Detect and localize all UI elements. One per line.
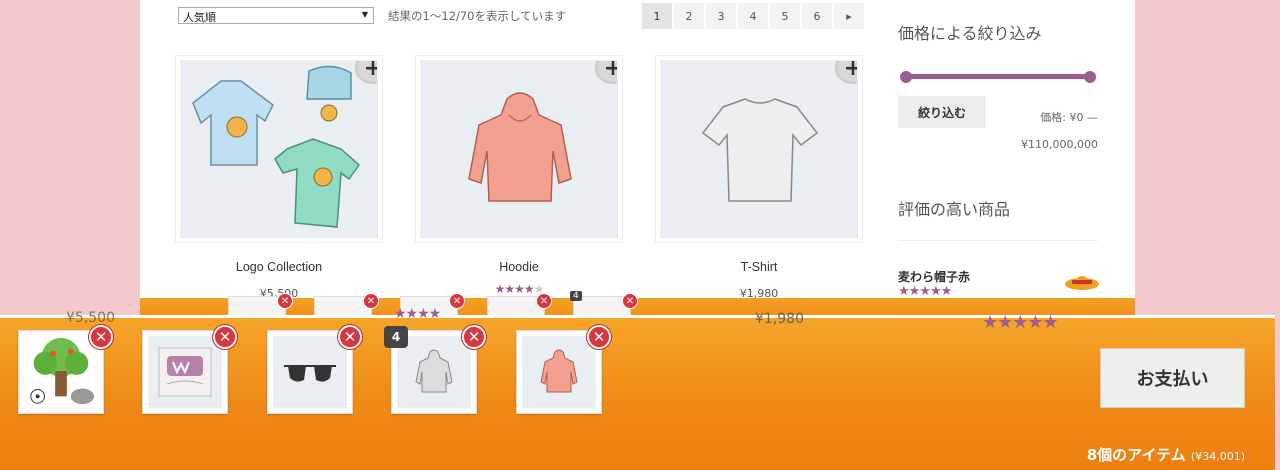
logo-collection-illustration (192, 65, 361, 228)
cart-item-thumbnail (397, 336, 471, 408)
overlap-price-text: ¥5,500 (66, 310, 115, 326)
page-6-button[interactable]: 6 (802, 3, 832, 29)
next-page-button[interactable]: ▸ (834, 3, 864, 29)
checkout-button[interactable]: お支払い (1100, 348, 1245, 408)
woo-poster-image (158, 347, 212, 397)
gray-hoodie-image (415, 349, 453, 393)
filter-button[interactable]: 絞り込む (898, 96, 986, 128)
cart-item[interactable]: ✕ (516, 325, 611, 414)
cart-item[interactable]: ✕ (18, 325, 113, 414)
shop-panel: 人気順 ▼ 結果の1〜12/70を表示しています 1 2 3 4 5 6 ▸ +… (140, 0, 1135, 320)
overlap-rating-stars: ★★★★★ (982, 312, 1059, 333)
top-rated-stars: ★★★★★ (898, 284, 952, 299)
remove-item-button[interactable]: ✕ (213, 325, 237, 349)
pagination: 1 2 3 4 5 6 ▸ (642, 3, 866, 29)
ghost-qty-badge: 4 (570, 291, 582, 301)
tree-animals-image (30, 337, 95, 405)
cart-item[interactable]: ✕ (267, 325, 362, 414)
pink-hoodie-image (540, 349, 578, 393)
product-name[interactable]: Hoodie (420, 260, 618, 274)
quantity-badge: 4 (384, 326, 408, 348)
cart-item-thumbnail (273, 336, 347, 408)
product-image[interactable]: + (420, 60, 618, 238)
cart-item-count: 8個のアイテム (1086, 446, 1186, 464)
ghost-remove-icon: ✕ (277, 293, 293, 309)
overlap-rating-stars: ★★★★ (394, 306, 441, 322)
ghost-remove-icon: ✕ (449, 293, 465, 309)
sunglasses-image (284, 365, 336, 382)
product-card-hoodie: + Hoodie ★★★★★ (420, 60, 618, 296)
top-rated-item-name[interactable]: 麦わら帽子赤 (898, 268, 970, 285)
chevron-down-icon: ▼ (361, 10, 368, 19)
cart-item-thumbnail (522, 336, 596, 408)
price-slider-min-handle[interactable] (900, 71, 912, 83)
page-1-button[interactable]: 1 (642, 3, 672, 29)
price-range-min: 価格: ¥0 — (1040, 111, 1098, 124)
page-5-button[interactable]: 5 (770, 3, 800, 29)
product-image[interactable]: + (180, 60, 378, 238)
product-name[interactable]: Logo Collection (180, 260, 378, 274)
product-name[interactable]: T-Shirt (660, 260, 858, 274)
remove-item-button[interactable]: ✕ (587, 325, 611, 349)
sort-select[interactable]: 人気順 ▼ (178, 7, 374, 24)
overlap-price-text: ¥1,980 (755, 311, 804, 327)
cart-item-thumbnail (148, 336, 222, 408)
ghost-remove-icon: ✕ (363, 293, 379, 309)
cart-total: (¥34,001) (1190, 450, 1245, 463)
top-rated-title: 評価の高い商品 (898, 196, 1098, 241)
straw-hat-thumbnail[interactable] (1064, 268, 1100, 292)
product-card-tshirt: + T-Shirt ¥1,980 (660, 60, 858, 300)
product-image[interactable]: + (660, 60, 858, 238)
product-card-logo-collection: + Logo Collection ¥5,500 (180, 60, 378, 300)
price-filter-title: 価格による絞り込み (898, 24, 1042, 43)
page-2-button[interactable]: 2 (674, 3, 704, 29)
ghost-remove-icon: ✕ (622, 293, 638, 309)
page-3-button[interactable]: 3 (706, 3, 736, 29)
remove-item-button[interactable]: ✕ (462, 325, 486, 349)
result-count: 結果の1〜12/70を表示しています (388, 9, 567, 23)
price-range-max: ¥110,000,000 (1021, 138, 1098, 151)
cart-item[interactable]: ✕ (142, 325, 237, 414)
price-slider-max-handle[interactable] (1084, 71, 1096, 83)
sort-select-value: 人気順 (183, 11, 216, 24)
cart-item[interactable]: 4 ✕ (384, 325, 486, 414)
hoodie-illustration (468, 92, 572, 202)
remove-item-button[interactable]: ✕ (338, 325, 362, 349)
ghost-remove-icon: ✕ (536, 293, 552, 309)
cart-item-thumbnail (24, 336, 98, 408)
price-slider[interactable] (900, 71, 1096, 83)
page-4-button[interactable]: 4 (738, 3, 768, 29)
floating-cart-bar: ✕ ✕ ✕ 4 ✕ ✕ お支払い 8個のアイテム (¥34,001) (0, 315, 1275, 470)
remove-item-button[interactable]: ✕ (89, 325, 113, 349)
price-range: 価格: ¥0 — ¥110,000,000 (978, 104, 1098, 158)
rating-stars: ★★★★★ (494, 282, 545, 296)
tshirt-illustration (701, 98, 819, 202)
cart-summary: 8個のアイテム (¥34,001) (1087, 444, 1245, 465)
